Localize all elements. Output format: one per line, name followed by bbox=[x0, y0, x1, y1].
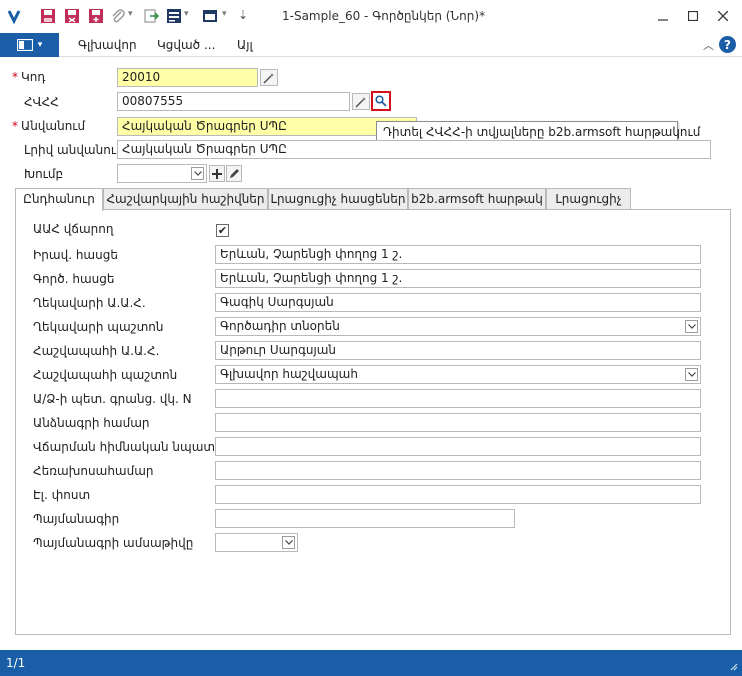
contract-input[interactable] bbox=[215, 509, 515, 528]
window-title: 1-Sample_60 - Գործընկեր (Նոր)* bbox=[282, 9, 486, 23]
passport-label: Անձնագրի համար bbox=[33, 416, 150, 430]
chevron-down-icon[interactable] bbox=[685, 368, 698, 381]
add-icon[interactable] bbox=[209, 165, 225, 182]
state-reg-label: Ա/Ձ-ի պետ. գրանց. վկ. N bbox=[33, 392, 192, 406]
group-select[interactable] bbox=[117, 164, 207, 183]
close-button[interactable] bbox=[712, 6, 734, 26]
export-icon[interactable] bbox=[143, 8, 160, 24]
full-name-input[interactable]: Հայկական Ծրագրեր ՍՊԸ bbox=[117, 140, 711, 159]
menu-item-main[interactable]: Գլխավոր bbox=[78, 38, 137, 52]
tab-general[interactable]: Ընդհանուր bbox=[15, 188, 103, 211]
director-position-select[interactable]: Գործադիր տնօրեն bbox=[215, 317, 701, 336]
layout-icon[interactable] bbox=[202, 8, 218, 24]
tab-b2b-platform[interactable]: b2b.armsoft հարթակ bbox=[408, 188, 546, 209]
required-marker: * bbox=[12, 70, 18, 84]
minimize-button[interactable] bbox=[652, 6, 674, 26]
app-logo-icon bbox=[6, 8, 22, 25]
search-icon[interactable] bbox=[371, 91, 391, 111]
status-bar: 1/1 bbox=[0, 650, 742, 676]
chevron-down-icon: ▾ bbox=[37, 40, 43, 50]
attach-dropdown-icon[interactable]: ▾ bbox=[128, 9, 133, 19]
tin-label: ՀՎՀՀ bbox=[24, 95, 59, 109]
tab-bar: Ընդհանուր Հաշվարկային հաշիվներ Լրացուցիչ… bbox=[15, 188, 731, 211]
magic-wand-icon[interactable] bbox=[352, 93, 370, 110]
print-icon[interactable] bbox=[166, 8, 182, 24]
phone-input[interactable] bbox=[215, 461, 701, 480]
group-label: Խումբ bbox=[24, 167, 64, 181]
save-close-icon[interactable] bbox=[64, 8, 80, 24]
panel-icon bbox=[16, 39, 33, 51]
director-name-label: Ղեկավարի Ա.Ա.Հ. bbox=[33, 296, 146, 310]
save-new-icon[interactable] bbox=[88, 8, 104, 24]
chevron-down-icon[interactable] bbox=[191, 167, 204, 180]
payment-purpose-input[interactable] bbox=[215, 437, 701, 456]
passport-input[interactable] bbox=[215, 413, 701, 432]
accountant-position-value: Գլխավոր հաշվապահ bbox=[220, 367, 358, 381]
work-address-input[interactable]: Երևան, Չարենցի փողոց 1 շ. bbox=[215, 269, 701, 288]
accountant-position-select[interactable]: Գլխավոր հաշվապահ bbox=[215, 365, 701, 384]
print-dropdown-icon[interactable]: ▾ bbox=[184, 9, 189, 19]
magic-wand-icon[interactable] bbox=[260, 69, 278, 86]
phone-label: Հեռախոսահամար bbox=[33, 464, 154, 478]
help-icon[interactable]: ? bbox=[719, 36, 736, 53]
checkmark-icon: ✔ bbox=[217, 224, 228, 237]
resize-grip-icon[interactable] bbox=[728, 660, 738, 674]
work-address-label: Գործ. հասցե bbox=[33, 272, 115, 286]
menu-item-other[interactable]: Այլ bbox=[237, 38, 253, 52]
email-label: Էլ. փոստ bbox=[33, 488, 91, 502]
file-menu-button[interactable]: ▾ bbox=[0, 33, 59, 57]
state-reg-input[interactable] bbox=[215, 389, 701, 408]
director-position-value: Գործադիր տնօրեն bbox=[220, 319, 340, 333]
required-marker: * bbox=[12, 119, 18, 133]
accountant-name-input[interactable]: Արթուր Սարգսյան bbox=[215, 341, 701, 360]
full-name-label: Լրիվ անվանում bbox=[24, 143, 124, 157]
contract-label: Պայմանագիր bbox=[33, 512, 120, 526]
accountant-name-label: Հաշվապահի Ա.Ա.Հ. bbox=[33, 344, 160, 358]
save-icon[interactable] bbox=[40, 8, 56, 24]
chevron-down-icon[interactable] bbox=[685, 320, 698, 333]
maximize-button[interactable] bbox=[682, 6, 704, 26]
tin-input[interactable]: 00807555 bbox=[117, 92, 350, 111]
customize-toolbar-icon[interactable]: ⇣ bbox=[238, 8, 248, 22]
vat-payer-label: ԱԱՀ վճարող bbox=[33, 222, 114, 236]
chevron-down-icon[interactable] bbox=[282, 536, 295, 549]
tab-settlement-accounts[interactable]: Հաշվարկային հաշիվներ bbox=[103, 188, 268, 209]
menu-bar: ▾ Գլխավոր Կցված ... Այլ ︿ ? bbox=[0, 33, 742, 57]
name-label: * Անվանում bbox=[12, 119, 86, 133]
legal-address-label: Իրավ. հասցե bbox=[33, 248, 118, 262]
contract-date-picker[interactable]: / / bbox=[215, 533, 298, 552]
page-indicator: 1/1 bbox=[6, 656, 26, 670]
vat-payer-checkbox[interactable]: ✔ bbox=[216, 224, 229, 237]
layout-dropdown-icon[interactable]: ▾ bbox=[222, 9, 227, 19]
payment-purpose-label: Վճարման հիմնական նպատակ bbox=[33, 440, 235, 454]
menu-item-attached[interactable]: Կցված ... bbox=[157, 38, 215, 52]
director-name-input[interactable]: Գագիկ Սարգսյան bbox=[215, 293, 701, 312]
legal-address-input[interactable]: Երևան, Չարենցի փողոց 1 շ. bbox=[215, 245, 701, 264]
attach-icon[interactable] bbox=[110, 8, 126, 24]
code-input[interactable]: 20010 bbox=[117, 68, 258, 87]
contract-date-value: / / bbox=[228, 549, 251, 551]
collapse-ribbon-icon[interactable]: ︿ bbox=[703, 37, 714, 53]
tab-additional[interactable]: Լրացուցիչ bbox=[546, 188, 631, 209]
name-input[interactable]: Հայկական Ծրագրեր ՍՊԸ bbox=[117, 117, 417, 136]
accountant-position-label: Հաշվապահի պաշտոն bbox=[33, 368, 178, 382]
title-bar: ▾ ▾ ▾ ⇣ 1-Sample_60 - Գործընկեր (Նոր)* bbox=[0, 0, 742, 33]
tab-additional-addresses[interactable]: Լրացուցիչ հասցեներ bbox=[268, 188, 408, 209]
contract-date-label: Պայմանագրի ամսաթիվը bbox=[33, 536, 194, 550]
edit-icon[interactable] bbox=[226, 165, 242, 182]
director-position-label: Ղեկավարի պաշտոն bbox=[33, 320, 164, 334]
email-input[interactable] bbox=[215, 485, 701, 504]
code-label: * Կոդ bbox=[12, 70, 46, 84]
